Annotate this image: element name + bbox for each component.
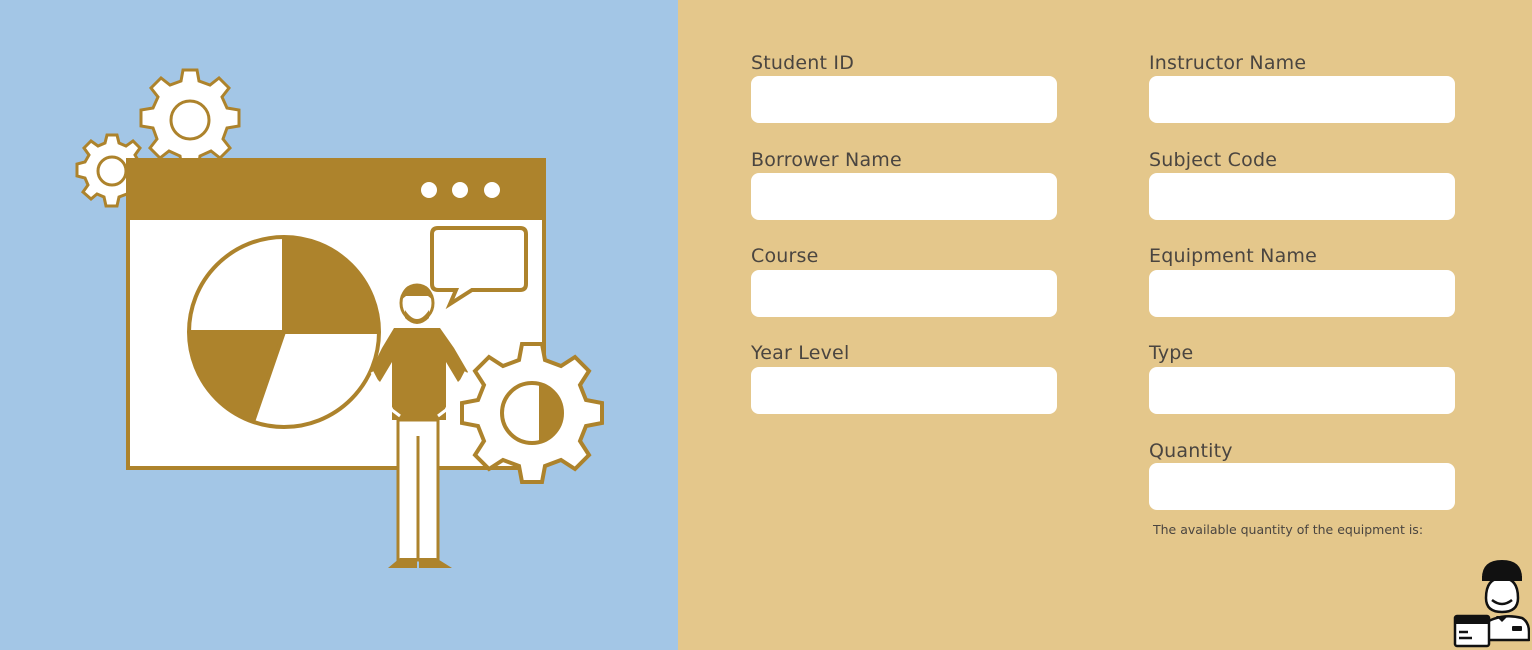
year-level-label: Year Level bbox=[751, 342, 850, 364]
student-id-input[interactable] bbox=[751, 76, 1057, 123]
type-label: Type bbox=[1149, 342, 1194, 364]
equipment-name-input[interactable] bbox=[1149, 270, 1455, 317]
course-label: Course bbox=[751, 245, 819, 267]
equipment-name-label: Equipment Name bbox=[1149, 245, 1318, 267]
subject-code-input[interactable] bbox=[1149, 173, 1455, 220]
course-input[interactable] bbox=[751, 270, 1057, 317]
instructor-name-label: Instructor Name bbox=[1149, 52, 1307, 74]
instructor-name-input[interactable] bbox=[1149, 76, 1455, 123]
gear-icon bbox=[460, 342, 604, 484]
student-id-label: Student ID bbox=[751, 52, 855, 74]
subject-code-label: Subject Code bbox=[1149, 149, 1278, 171]
quantity-label: Quantity bbox=[1149, 440, 1233, 462]
available-quantity-note: The available quantity of the equipment … bbox=[1153, 522, 1424, 537]
quantity-input[interactable] bbox=[1149, 463, 1455, 510]
pie-chart-icon bbox=[187, 235, 381, 429]
gear-icon bbox=[139, 68, 241, 170]
borrower-name-input[interactable] bbox=[751, 173, 1057, 220]
borrower-name-label: Borrower Name bbox=[751, 149, 902, 171]
year-level-input[interactable] bbox=[751, 367, 1057, 414]
analytics-illustration bbox=[75, 68, 604, 568]
type-input[interactable] bbox=[1149, 367, 1455, 414]
courier-icon bbox=[1453, 560, 1530, 648]
